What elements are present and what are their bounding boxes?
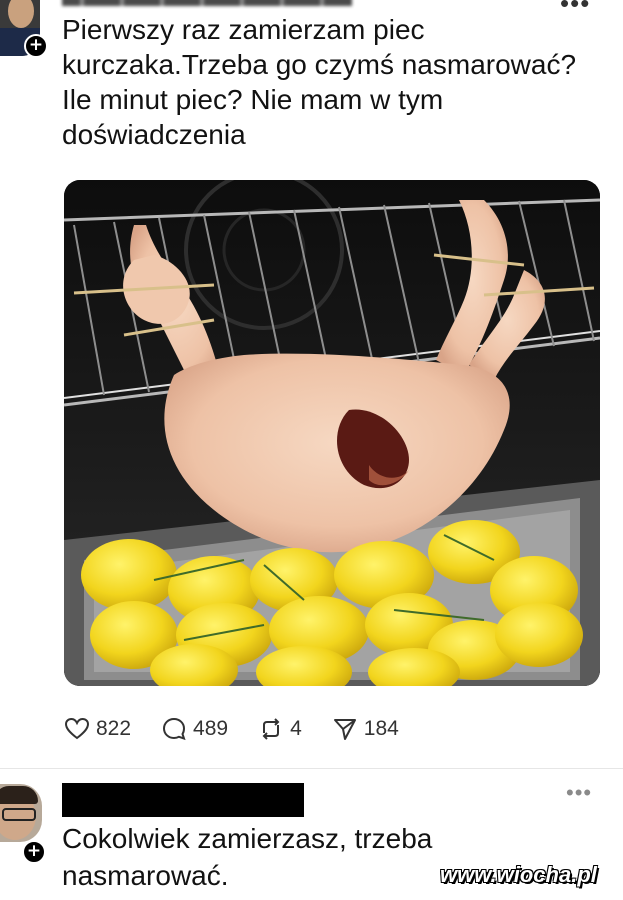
comment-count: 489 xyxy=(193,717,229,740)
post-image[interactable] xyxy=(64,180,600,686)
avatar-glasses xyxy=(2,808,36,821)
post-divider xyxy=(0,768,623,769)
share-count: 184 xyxy=(363,717,399,740)
repost-button[interactable]: 4 xyxy=(258,717,302,741)
heart-icon xyxy=(64,717,90,740)
roast-chicken-photo xyxy=(64,180,600,686)
like-count: 822 xyxy=(96,717,132,740)
send-icon xyxy=(333,719,356,740)
avatar-hair xyxy=(0,786,38,804)
post-text: Pierwszy raz zamierzam piec kurczaka.Trz… xyxy=(62,14,577,150)
reply-more-menu-icon[interactable]: ••• xyxy=(566,780,592,806)
author-handle-blurred xyxy=(62,0,352,6)
post-actions-bar: 822 489 4 184 xyxy=(64,712,429,746)
share-button[interactable]: 184 xyxy=(332,717,399,741)
site-watermark: www.wiocha.pl xyxy=(440,862,597,887)
repost-icon xyxy=(262,718,280,740)
reply-follow-plus-icon[interactable]: + xyxy=(22,840,46,864)
follow-plus-icon[interactable]: + xyxy=(24,34,48,58)
avatar-face xyxy=(8,0,34,28)
comment-button[interactable]: 489 xyxy=(161,716,228,742)
redacted-username xyxy=(62,783,304,817)
comment-bubble-icon xyxy=(163,717,186,741)
repost-count: 4 xyxy=(290,717,302,740)
like-button[interactable]: 822 xyxy=(64,717,131,741)
reply-author-avatar[interactable] xyxy=(0,784,42,842)
